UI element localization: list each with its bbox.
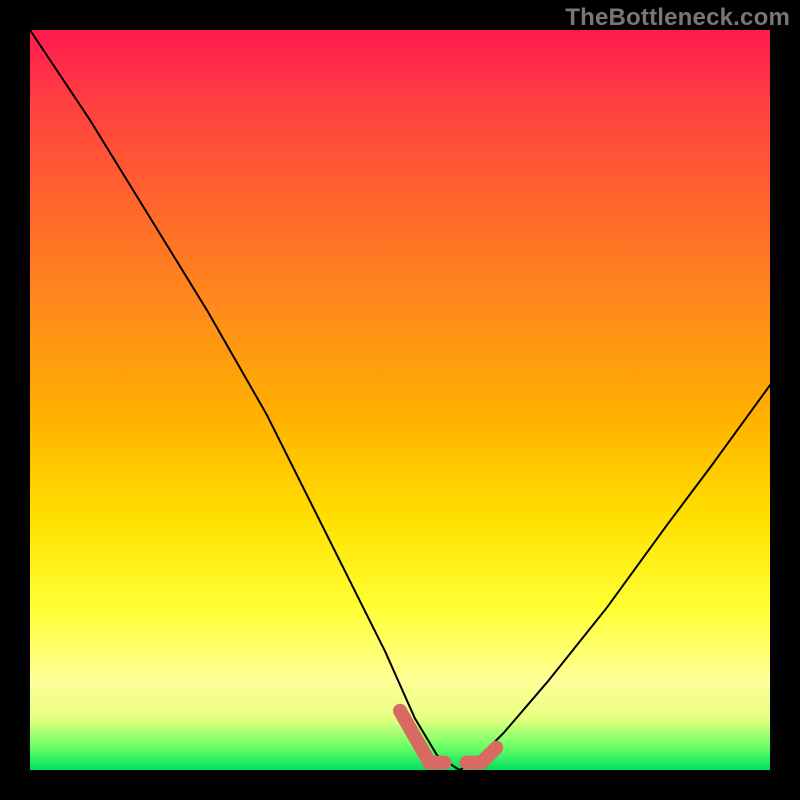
- optimal-marker-right-path: [467, 748, 497, 763]
- plot-area: [30, 30, 770, 770]
- bottleneck-curve-path: [30, 30, 770, 770]
- curve-layer: [30, 30, 770, 770]
- chart-frame: TheBottleneck.com: [0, 0, 800, 800]
- attribution-text: TheBottleneck.com: [565, 4, 790, 32]
